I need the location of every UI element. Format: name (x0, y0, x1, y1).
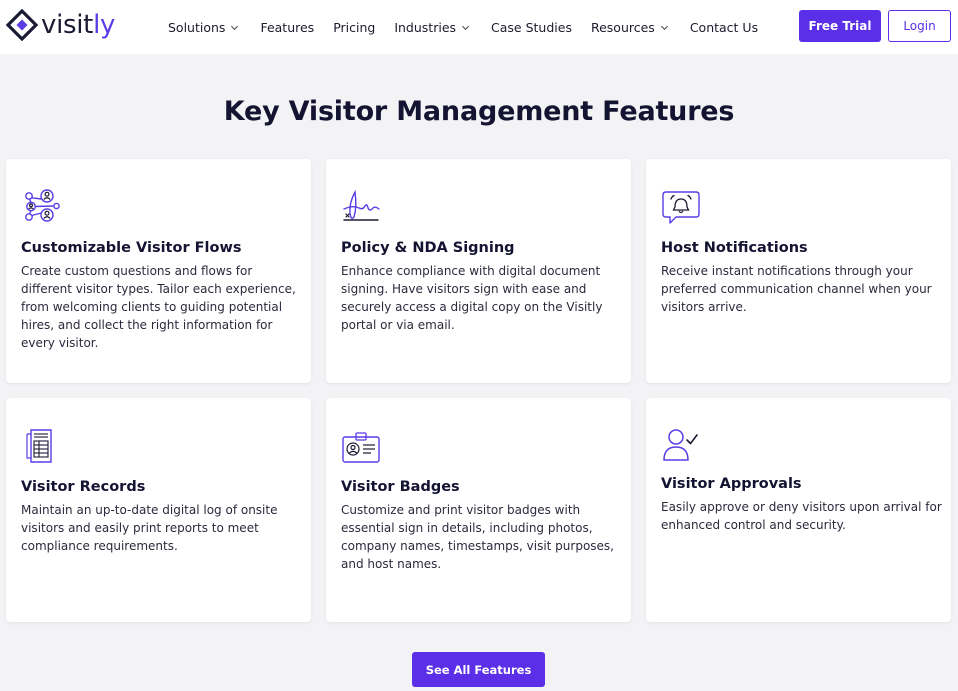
logo-wordmark: visitly (41, 12, 115, 38)
login-button[interactable]: Login (888, 10, 951, 42)
feature-description: Easily approve or deny visitors upon arr… (661, 500, 942, 532)
chevron-down-icon (660, 25, 668, 30)
feature-description: Receive instant notifications through yo… (661, 264, 932, 314)
nav-item-solutions[interactable]: Solutions (168, 20, 239, 35)
nav-item-label: Solutions (168, 19, 226, 35)
nav-item-label: Case Studies (491, 19, 572, 35)
visitly-logo[interactable]: visitly (6, 8, 115, 42)
nav-item-case-studies[interactable]: Case Studies (491, 20, 572, 35)
logo-wordmark-accent: ly (93, 10, 116, 40)
feature-title: Visitor Records (21, 479, 146, 495)
document-log-icon (26, 429, 52, 463)
navbar: visitly Solutions Features Pricing Indus… (0, 0, 958, 54)
chevron-down-icon (231, 25, 239, 30)
feature-title: Policy & NDA Signing (341, 240, 515, 256)
feature-description: Create custom questions and flows for di… (21, 264, 296, 350)
user-check-icon (663, 429, 698, 461)
visitor-flows-icon (25, 189, 60, 222)
feature-description: Maintain an up-to-date digital log of on… (21, 503, 278, 553)
nav-item-features[interactable]: Features (260, 20, 314, 35)
nav-item-label: Resources (590, 19, 655, 35)
feature-card-nda-signing: Policy & NDA Signing Enhance compliance … (326, 159, 631, 383)
feature-card-host-notifications: Host Notifications Receive instant notif… (646, 159, 951, 383)
nav-item-contact-us[interactable]: Contact Us (690, 20, 758, 35)
signature-icon (343, 189, 380, 221)
logo-wordmark-main: visit (41, 10, 94, 40)
feature-card-visitor-flows: Customizable Visitor Flows Create custom… (6, 159, 311, 383)
feature-card-visitor-records: Visitor Records Maintain an up-to-date d… (6, 398, 311, 622)
nav-item-resources[interactable]: Resources (591, 20, 669, 35)
nav-item-label: Pricing (333, 19, 376, 35)
nav-item-industries[interactable]: Industries (394, 20, 470, 35)
visitly-logo-icon (6, 9, 38, 41)
nav-item-label: Contact Us (689, 19, 759, 35)
see-all-features-button[interactable]: See All Features (412, 652, 545, 687)
feature-title: Host Notifications (661, 240, 808, 256)
nav-item-label: Industries (394, 19, 457, 35)
notification-bell-icon (662, 191, 700, 224)
chevron-down-icon (461, 25, 470, 30)
feature-title: Customizable Visitor Flows (21, 240, 242, 256)
nav-item-label: Features (260, 19, 315, 35)
feature-description: Enhance compliance with digital document… (341, 264, 603, 332)
badge-icon (342, 432, 380, 463)
feature-title: Visitor Approvals (661, 476, 802, 492)
feature-description: Customize and print visitor badges with … (341, 503, 614, 571)
free-trial-button[interactable]: Free Trial (799, 10, 881, 42)
feature-card-visitor-badges: Visitor Badges Customize and print visit… (326, 398, 631, 622)
feature-title: Visitor Badges (341, 479, 460, 495)
main-nav: Solutions Features Pricing Industries Ca… (168, 0, 758, 54)
feature-card-visitor-approvals: Visitor Approvals Easily approve or deny… (646, 398, 951, 622)
section-title: Key Visitor Management Features (223, 96, 735, 127)
nav-item-pricing[interactable]: Pricing (333, 20, 375, 35)
